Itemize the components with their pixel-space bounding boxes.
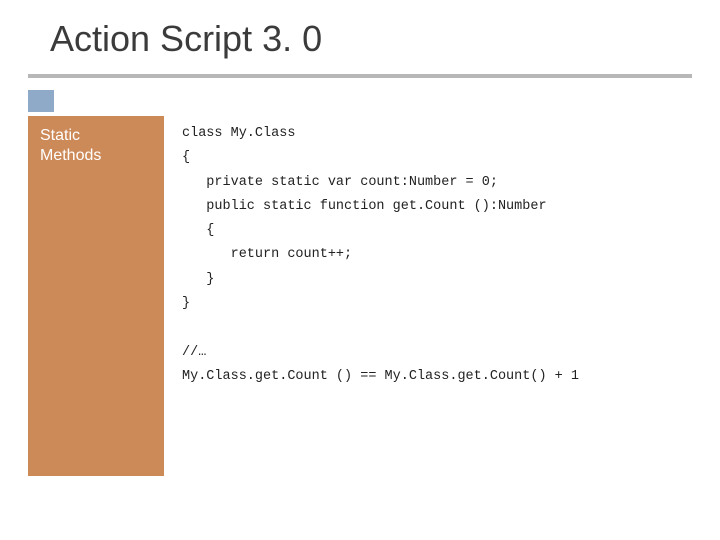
code-line: } (182, 272, 214, 287)
code-line: My.Class.get.Count () == My.Class.get.Co… (182, 369, 579, 384)
content-row: Static Methods class My.Class { private … (28, 116, 692, 476)
code-line: //… (182, 345, 206, 360)
sidebar-label-line2: Methods (40, 146, 152, 166)
code-line: class My.Class (182, 126, 295, 141)
code-line: { (182, 150, 190, 165)
code-line: return count++; (182, 247, 352, 262)
page-title: Action Script 3. 0 (50, 18, 692, 60)
code-block: class My.Class { private static var coun… (164, 116, 692, 476)
code-line: { (182, 223, 214, 238)
slide: Action Script 3. 0 Static Methods class … (0, 0, 720, 540)
code-line: public static function get.Count ():Numb… (182, 199, 547, 214)
code-line: private static var count:Number = 0; (182, 175, 498, 190)
accent-square (28, 90, 54, 112)
title-underline (28, 74, 692, 78)
sidebar-label-line1: Static (40, 126, 152, 146)
code-line: } (182, 296, 190, 311)
sidebar: Static Methods (28, 116, 164, 476)
